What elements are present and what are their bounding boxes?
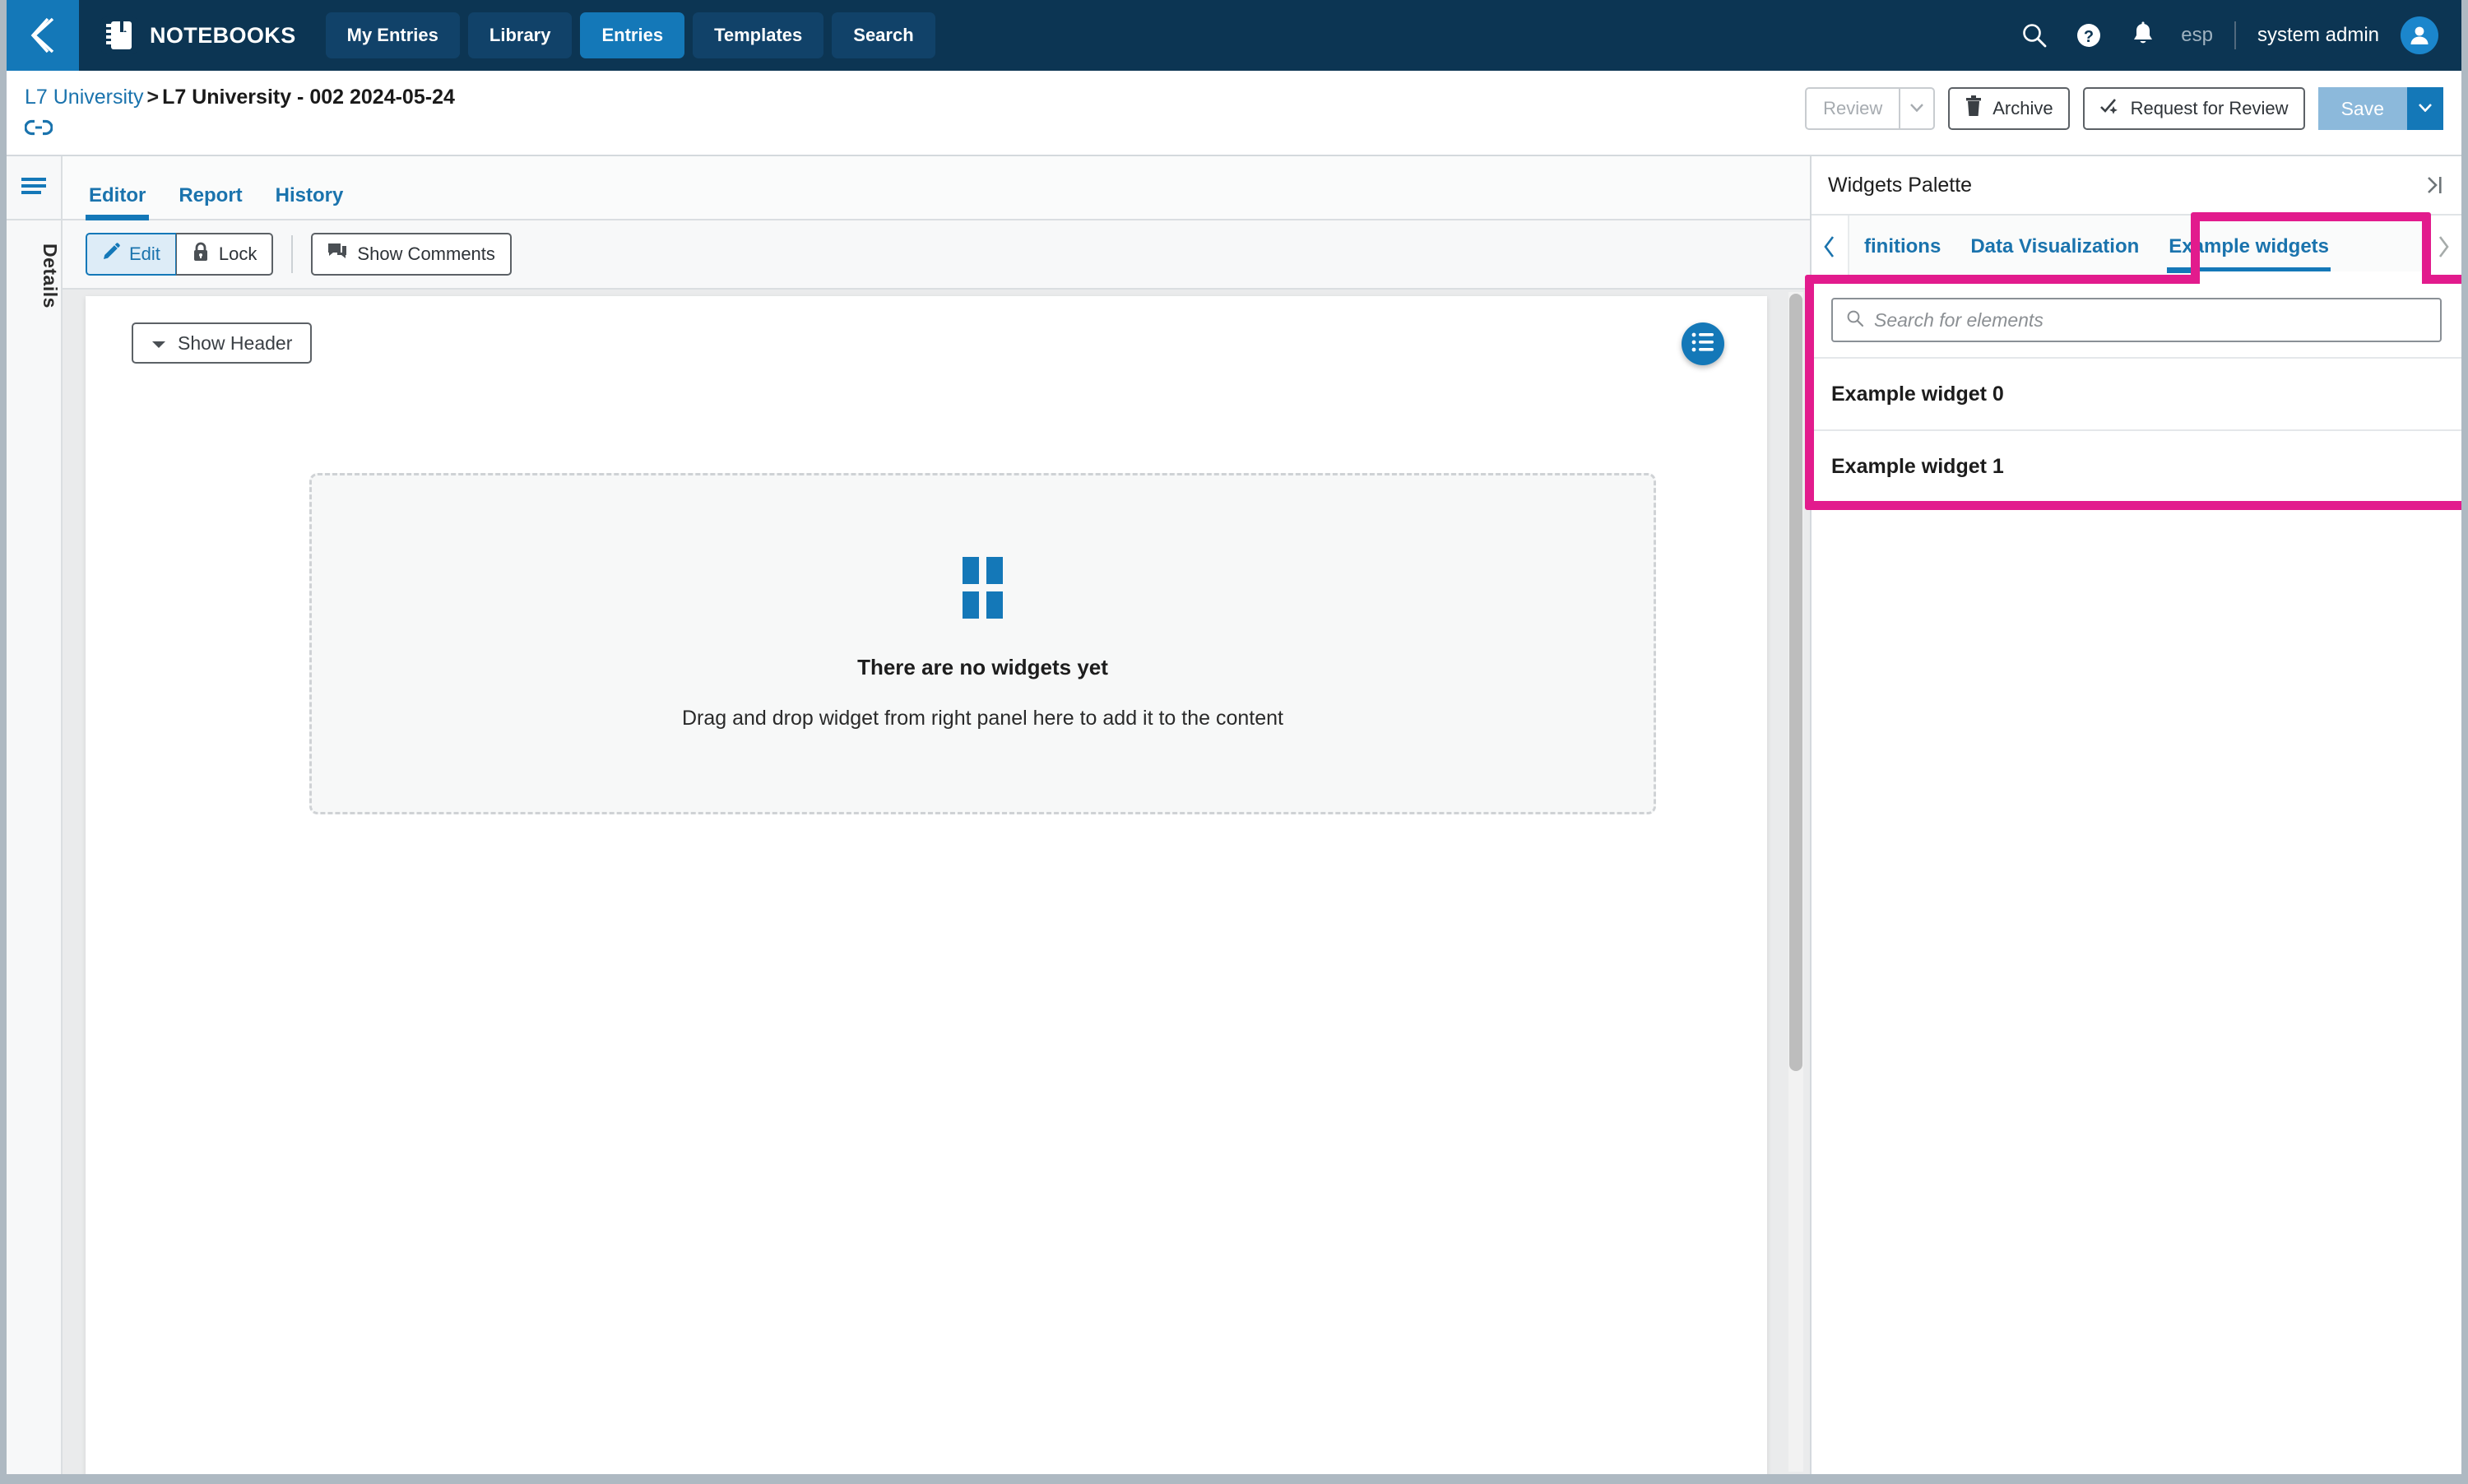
comment-icon (327, 243, 347, 266)
breadcrumb-parent-link[interactable]: L7 University (25, 86, 144, 109)
list-item[interactable]: Example widget 1 (1812, 431, 2461, 503)
nav-tab-templates[interactable]: Templates (693, 12, 824, 58)
review-split-button: Review (1805, 87, 1936, 130)
breadcrumb-separator: > (146, 86, 160, 109)
bell-icon[interactable] (2127, 19, 2160, 52)
sidebar-item-details[interactable]: Details (7, 243, 61, 308)
nav-tab-entries[interactable]: Entries (580, 12, 685, 58)
collapse-panel-icon[interactable] (2424, 174, 2445, 196)
editor-canvas-area: Show Header There are no widgets yet Dra… (63, 290, 1810, 1474)
search-elements-box[interactable] (1831, 298, 2442, 342)
caret-down-icon (151, 332, 166, 355)
widgets-grid-icon (963, 557, 1003, 619)
lock-button[interactable]: Lock (175, 233, 274, 276)
application-window: NOTEBOOKS My Entries Library Entries Tem… (0, 0, 2468, 1484)
toolbar-divider (291, 235, 294, 273)
search-input[interactable] (1874, 308, 2427, 332)
widgets-palette-header: Widgets Palette (1812, 156, 2461, 216)
divider (2234, 21, 2236, 49)
pencil-icon (102, 243, 120, 266)
save-split-button: Save (2317, 87, 2443, 130)
editor-tab-bar: Editor Report History (63, 156, 1810, 220)
palette-tabs-next-button[interactable] (2424, 216, 2461, 278)
document-page: Show Header There are no widgets yet Dra… (86, 296, 1767, 1474)
search-icon (1846, 309, 1864, 332)
review-dropdown-toggle[interactable] (1899, 87, 1936, 130)
palette-tab-example-widgets[interactable]: Example widgets (2154, 216, 2344, 278)
tab-report[interactable]: Report (175, 184, 245, 219)
avatar[interactable] (2401, 16, 2438, 54)
help-circle-icon[interactable]: ? (2072, 19, 2105, 52)
save-dropdown-toggle[interactable] (2407, 87, 2443, 130)
canvas-scrollbar-thumb[interactable] (1789, 294, 1802, 1071)
lock-icon (192, 242, 210, 267)
list-item[interactable]: Example widget 0 (1812, 359, 2461, 431)
breadcrumb-current: L7 University - 002 2024-05-24 (162, 86, 455, 109)
palette-tab-data-visualization[interactable]: Data Visualization (1955, 216, 2154, 278)
archive-label: Archive (1992, 98, 2053, 118)
language-indicator[interactable]: esp (2181, 24, 2213, 47)
lock-label: Lock (218, 243, 257, 264)
nav-tab-search[interactable]: Search (832, 12, 935, 58)
show-header-button[interactable]: Show Header (132, 322, 313, 364)
show-header-label: Show Header (178, 332, 293, 354)
outline-fab-button[interactable] (1682, 322, 1724, 365)
search-icon[interactable] (2018, 19, 2051, 52)
panel-title: Widgets Palette (1828, 173, 1973, 197)
primary-nav-tabs: My Entries Library Entries Templates Sea… (325, 12, 935, 58)
edit-button[interactable]: Edit (86, 233, 176, 276)
brand-name: NOTEBOOKS (150, 22, 296, 48)
back-button[interactable] (7, 0, 79, 71)
nav-tab-library[interactable]: Library (467, 12, 573, 58)
magic-wand-icon (2099, 95, 2121, 122)
edit-label: Edit (129, 243, 160, 264)
palette-tab-definitions[interactable]: finitions (1849, 216, 1955, 278)
notebook-icon (100, 16, 138, 54)
tab-editor[interactable]: Editor (86, 184, 150, 220)
show-comments-label: Show Comments (357, 243, 495, 264)
palette-search-section (1812, 280, 2461, 357)
widgets-palette-panel: Widgets Palette finitions Data Visualiza… (1810, 156, 2461, 1474)
link-icon[interactable] (24, 118, 53, 141)
empty-state-subtitle: Drag and drop widget from right panel he… (681, 707, 1283, 730)
chevron-down-icon (2419, 101, 2432, 116)
brand-logo[interactable]: NOTEBOOKS (100, 16, 296, 54)
hamburger-menu-icon[interactable] (7, 156, 61, 220)
widget-list: Example widget 0 Example widget 1 (1812, 357, 2461, 503)
trash-icon (1965, 95, 1983, 122)
edit-lock-segmented-control: Edit Lock (86, 233, 274, 276)
entry-action-buttons: Review Archive Request for Review Save (1805, 87, 2443, 130)
chevron-left-icon (26, 16, 59, 55)
widget-drop-zone[interactable]: There are no widgets yet Drag and drop w… (309, 473, 1656, 814)
request-for-review-label: Request for Review (2130, 98, 2289, 118)
svg-text:?: ? (2084, 28, 2094, 46)
left-rail: Details (7, 156, 63, 1474)
breadcrumb: L7 University > L7 University - 002 2024-0… (25, 86, 455, 109)
chevron-down-icon (1910, 101, 1924, 116)
palette-tab-bar: finitions Data Visualization Example wid… (1812, 216, 2461, 280)
editor-toolbar: Edit Lock Show Comments (63, 220, 1810, 290)
tab-history[interactable]: History (272, 184, 347, 219)
palette-tabs-prev-button[interactable] (1812, 216, 1849, 278)
top-navigation-bar: NOTEBOOKS My Entries Library Entries Tem… (7, 0, 2461, 71)
request-for-review-button[interactable]: Request for Review (2082, 87, 2305, 130)
empty-state-title: There are no widgets yet (857, 655, 1108, 679)
list-icon (1691, 332, 1715, 357)
username-label: system admin (2257, 24, 2379, 46)
save-button[interactable]: Save (2317, 87, 2407, 130)
breadcrumb-bar: L7 University > L7 University - 002 2024-0… (7, 71, 2461, 156)
show-comments-button[interactable]: Show Comments (311, 233, 512, 276)
review-button[interactable]: Review (1805, 87, 1900, 130)
nav-tab-my-entries[interactable]: My Entries (325, 12, 460, 58)
top-nav-utilities: ? esp system admin (2018, 16, 2461, 54)
archive-button[interactable]: Archive (1948, 87, 2070, 130)
palette-tab-list: finitions Data Visualization Example wid… (1849, 216, 2424, 278)
